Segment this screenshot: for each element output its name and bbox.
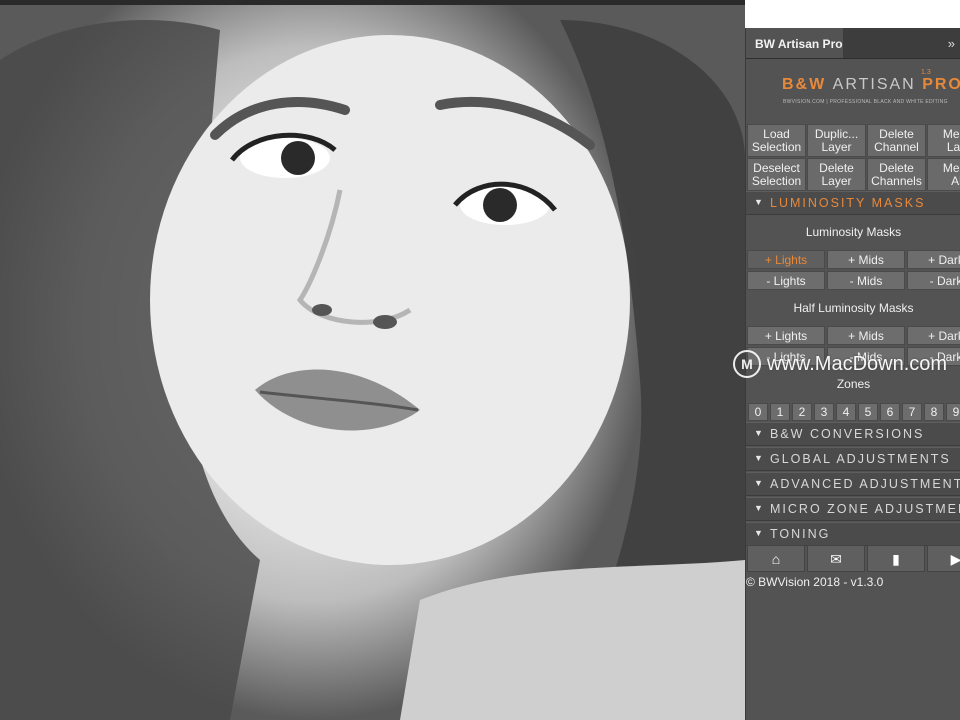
portrait-photo: [0, 20, 745, 720]
watermark-logo-icon: M: [733, 350, 761, 378]
zones-title: Zones: [836, 377, 871, 391]
collapse-panel-icon[interactable]: »: [948, 28, 955, 60]
action-row-2: Deselect Selection Delete Layer Delete C…: [746, 158, 960, 192]
collapsed-arrow-icon: ▼: [754, 528, 763, 538]
section-label: GLOBAL ADJUSTMENTS: [770, 452, 951, 466]
plus-lights-button[interactable]: + Lights: [747, 250, 825, 269]
minus-darks-button[interactable]: - Dark: [907, 271, 960, 290]
panel-tabbar: BW Artisan Pro »: [746, 28, 960, 59]
logo: B&W ARTISAN PRO 1.3 BWVISION.COM | PROFE…: [746, 59, 960, 124]
section-global-adjustments[interactable]: ▼ GLOBAL ADJUSTMENTS: [746, 447, 960, 471]
panel-top-strip: [745, 0, 960, 28]
section-luminosity-masks[interactable]: ▼ LUMINOSITY MASKS: [746, 191, 960, 215]
video-icon[interactable]: ▶: [927, 545, 960, 572]
half-plus-mids-button[interactable]: + Mids: [827, 326, 905, 345]
footer-toolbar: ⌂ ✉ ▮ ▶: [746, 545, 960, 573]
half-plus-darks-button[interactable]: + Dark: [907, 326, 960, 345]
tab-bw-artisan-pro[interactable]: BW Artisan Pro: [746, 28, 843, 58]
minus-lights-button[interactable]: - Lights: [747, 271, 825, 290]
plus-mids-button[interactable]: + Mids: [827, 250, 905, 269]
duplicate-layer-button[interactable]: Duplic... Layer: [807, 124, 866, 157]
section-bw-conversions[interactable]: ▼ B&W CONVERSIONS: [746, 422, 960, 446]
copyright-text: © BWVision 2018 - v1.3.0: [746, 575, 884, 589]
action-row-1: Load Selection Duplic... Layer Delete Ch…: [746, 124, 960, 158]
luminosity-row-plus: + Lights + Mids + Dark: [746, 250, 960, 270]
logo-version-badge: 1.3: [921, 69, 931, 76]
luminosity-masks-title: Luminosity Masks: [805, 225, 902, 239]
deselect-selection-button[interactable]: Deselect Selection: [747, 158, 806, 191]
collapsed-arrow-icon: ▼: [754, 478, 763, 488]
luminosity-row-minus: - Lights - Mids - Dark: [746, 271, 960, 291]
section-label: B&W CONVERSIONS: [770, 427, 925, 441]
watermark-text: www.MacDown.com: [767, 352, 948, 375]
half-luminosity-title: Half Luminosity Masks: [793, 301, 914, 315]
zone-5-button[interactable]: 5: [858, 403, 878, 421]
section-micro-zone[interactable]: ▼ MICRO ZONE ADJUSTMEN: [746, 497, 960, 521]
load-selection-button[interactable]: Load Selection: [747, 124, 806, 157]
logo-subtitle: BWVISION.COM | PROFESSIONAL BLACK AND WH…: [783, 99, 948, 105]
merge-all-button[interactable]: Merg Al: [927, 158, 960, 191]
book-icon[interactable]: ▮: [867, 545, 925, 572]
zone-8-button[interactable]: 8: [924, 403, 944, 421]
delete-channel-button[interactable]: Delete Channel: [867, 124, 926, 157]
collapsed-arrow-icon: ▼: [754, 428, 763, 438]
photo-canvas[interactable]: [0, 0, 745, 720]
zone-0-button[interactable]: 0: [748, 403, 768, 421]
logo-artisan: ARTISAN: [832, 76, 916, 93]
collapsed-arrow-icon: ▼: [754, 503, 763, 513]
delete-layer-button[interactable]: Delete Layer: [807, 158, 866, 191]
logo-wordmark: B&W ARTISAN PRO: [782, 76, 960, 94]
half-row-plus: + Lights + Mids + Dark: [746, 326, 960, 346]
section-label: ADVANCED ADJUSTMENTS: [770, 477, 960, 491]
expanded-arrow-icon: ▼: [754, 197, 763, 207]
zone-4-button[interactable]: 4: [836, 403, 856, 421]
zone-9-button[interactable]: 9: [946, 403, 960, 421]
home-icon[interactable]: ⌂: [747, 545, 805, 572]
mail-icon[interactable]: ✉: [807, 545, 865, 572]
zone-7-button[interactable]: 7: [902, 403, 922, 421]
watermark: M www.MacDown.com: [733, 350, 947, 378]
half-plus-lights-button[interactable]: + Lights: [747, 326, 825, 345]
section-label: LUMINOSITY MASKS: [770, 196, 926, 210]
delete-channels-button[interactable]: Delete Channels: [867, 158, 926, 191]
section-toning[interactable]: ▼ TONING: [746, 522, 960, 546]
section-advanced-adjustments[interactable]: ▼ ADVANCED ADJUSTMENTS: [746, 472, 960, 496]
section-label: TONING: [770, 527, 831, 541]
logo-bw: B&W: [782, 76, 827, 93]
collapsed-arrow-icon: ▼: [754, 453, 763, 463]
zone-2-button[interactable]: 2: [792, 403, 812, 421]
minus-mids-button[interactable]: - Mids: [827, 271, 905, 290]
plus-darks-button[interactable]: + Dark: [907, 250, 960, 269]
zone-6-button[interactable]: 6: [880, 403, 900, 421]
logo-pro: PRO: [922, 76, 960, 93]
merge-layers-button[interactable]: Merg Lay: [927, 124, 960, 157]
section-label: MICRO ZONE ADJUSTMEN: [770, 502, 960, 516]
zone-1-button[interactable]: 1: [770, 403, 790, 421]
zone-3-button[interactable]: 3: [814, 403, 834, 421]
